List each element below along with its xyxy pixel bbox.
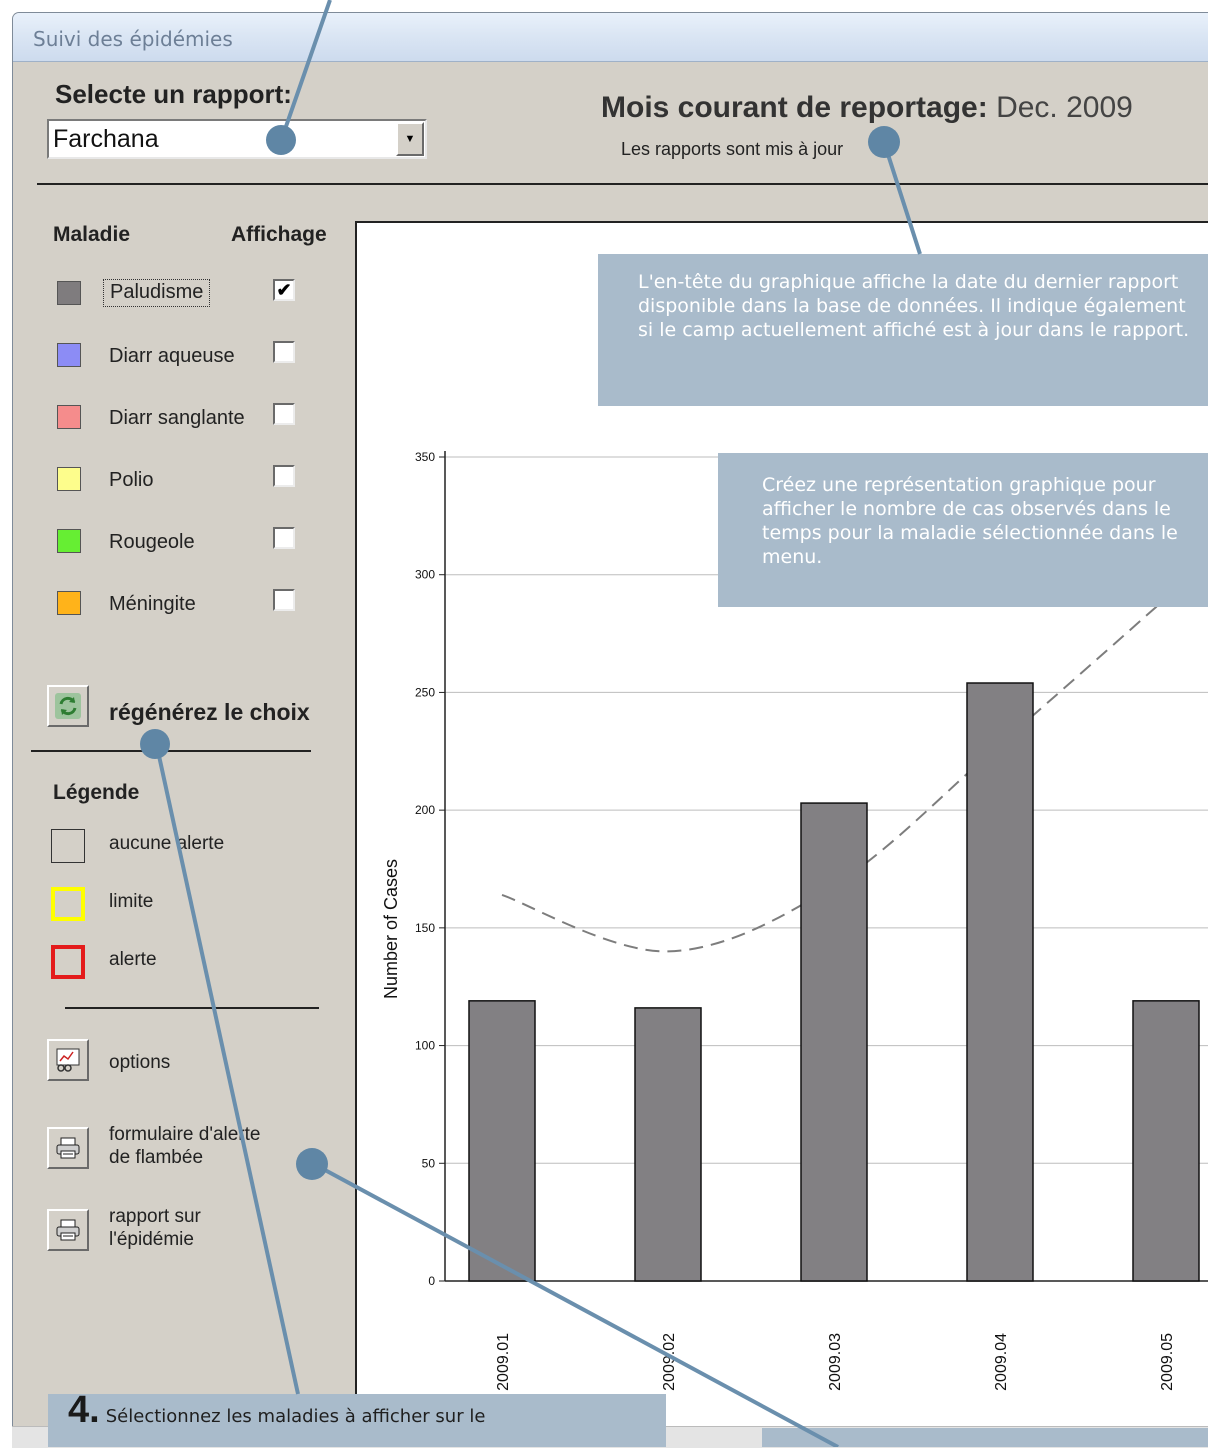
step-number: 4. [68, 1389, 100, 1431]
callout-marker [266, 125, 296, 155]
uptodate-status: Les rapports sont mis à jour [621, 139, 844, 159]
display-checkbox[interactable] [273, 341, 295, 363]
disease-color-swatch [57, 281, 81, 305]
header-divider [37, 183, 1208, 185]
epidemic-report-label-line2: l'épidémie [109, 1229, 194, 1250]
title-bar: Suivi des épidémies [13, 13, 1208, 62]
printer-icon [56, 1137, 80, 1159]
y-tick-label: 100 [415, 1039, 435, 1053]
disease-row[interactable]: Rougeole [57, 525, 317, 559]
alert-form-label-line2: de flambée [109, 1147, 204, 1168]
report-select-value: Farchana [53, 125, 159, 153]
legend-label: limite [109, 891, 154, 912]
step-4-callout: 4. Sélectionnez les maladies à afficher … [48, 1391, 666, 1447]
step-text: Sélectionnez les maladies à afficher sur… [105, 1406, 486, 1427]
options-label: options [109, 1052, 171, 1073]
x-tick-label: 2009.04 [993, 1333, 1010, 1391]
callout-marker [140, 729, 170, 759]
alert-form-label-line1: formulaire d'alerte [109, 1124, 261, 1145]
x-tick-label: 2009.01 [495, 1333, 512, 1391]
disease-color-swatch [57, 529, 81, 553]
disease-label: Diarr sanglante [109, 407, 245, 429]
regenerate-button[interactable] [47, 685, 89, 727]
x-tick-label: 2009.02 [661, 1333, 678, 1391]
window-title: Suivi des épidémies [33, 27, 233, 51]
x-tick-label: 2009.05 [1159, 1333, 1176, 1391]
sidebar-divider [31, 750, 311, 752]
disease-label: Méningite [109, 593, 196, 615]
epidemic-report-label: rapport sur l'épidémie [109, 1205, 201, 1251]
disease-row[interactable]: Paludisme ✔ [57, 277, 317, 311]
y-tick-label: 300 [415, 568, 435, 582]
disease-row[interactable]: Polio [57, 463, 317, 497]
legend-swatch [51, 945, 85, 979]
y-tick-label: 350 [415, 450, 435, 464]
options-icon [56, 1048, 80, 1072]
bottom-callout [762, 1428, 1208, 1447]
bar [468, 1000, 536, 1282]
refresh-icon [55, 693, 81, 719]
alert-form-label: formulaire d'alerte de flambée [109, 1123, 260, 1169]
y-tick-label: 150 [415, 921, 435, 935]
bar [634, 1007, 702, 1282]
display-checkbox[interactable] [273, 403, 295, 425]
disease-label: Rougeole [109, 531, 195, 553]
print-epidemic-report-button[interactable] [47, 1209, 89, 1251]
current-month-label: Mois courant de reportage: [601, 91, 988, 124]
bar [800, 802, 868, 1282]
bar [1132, 1000, 1200, 1282]
disease-color-swatch [57, 467, 81, 491]
x-tick-label: 2009.03 [827, 1333, 844, 1391]
application-window: Suivi des épidémies Selecte un rapport: … [12, 12, 1208, 1447]
print-alert-form-button[interactable] [47, 1127, 89, 1169]
header-info-callout: L'en-tête du graphique affiche la date d… [598, 254, 1208, 406]
disease-row[interactable]: Diarr aqueuse [57, 339, 317, 373]
legend-title: Légende [53, 781, 140, 804]
chevron-down-icon[interactable]: ▼ [396, 122, 424, 156]
report-select[interactable]: Farchana ▼ [47, 119, 427, 159]
options-button[interactable] [47, 1039, 89, 1081]
regenerate-label: régénérez le choix [109, 699, 310, 725]
chart-info-callout: Créez une représentation graphique pour … [718, 453, 1208, 607]
y-tick-label: 0 [428, 1274, 435, 1288]
current-month-heading: Mois courant de reportage: Dec. 2009 [601, 91, 1133, 125]
y-tick-label: 250 [415, 685, 435, 699]
epidemic-report-label-line1: rapport sur [109, 1206, 201, 1227]
display-column-header: Affichage [231, 223, 327, 246]
display-checkbox[interactable]: ✔ [273, 279, 295, 301]
y-tick-label: 200 [415, 803, 435, 817]
display-checkbox[interactable] [273, 589, 295, 611]
disease-color-swatch [57, 405, 81, 429]
disease-color-swatch [57, 591, 81, 615]
legend-divider [65, 1007, 319, 1009]
bar [966, 682, 1034, 1282]
cases-chart: 0 50 100 150 200 250 300 350 2009.01 2009.02 2009.… [381, 450, 1208, 1391]
callout-marker [868, 126, 900, 158]
disease-column-header: Maladie [53, 223, 131, 246]
callout-marker [296, 1148, 328, 1180]
disease-label: Paludisme [103, 279, 211, 307]
display-checkbox[interactable] [273, 465, 295, 487]
legend-swatch [51, 887, 85, 921]
display-checkbox[interactable] [273, 527, 295, 549]
legend-label: alerte [109, 949, 157, 970]
current-month-value: Dec. 2009 [996, 91, 1133, 124]
legend-label: aucune alerte [109, 833, 225, 854]
disease-row[interactable]: Diarr sanglante [57, 401, 317, 435]
disease-color-swatch [57, 343, 81, 367]
disease-row[interactable]: Méningite [57, 587, 317, 621]
report-select-label: Selecte un rapport: [55, 79, 292, 109]
legend-swatch [51, 829, 85, 863]
printer-icon [56, 1219, 80, 1241]
disease-label: Polio [109, 469, 154, 491]
disease-label: Diarr aqueuse [109, 345, 235, 367]
y-axis-title: Number of Cases [381, 859, 401, 999]
y-tick-label: 50 [422, 1156, 436, 1170]
